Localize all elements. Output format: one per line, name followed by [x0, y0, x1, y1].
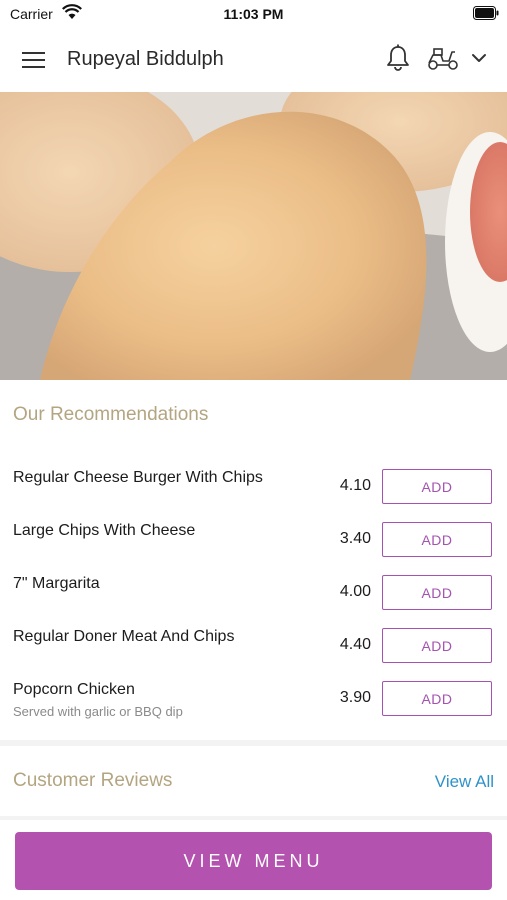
item-name: Regular Doner Meat And Chips	[13, 628, 235, 645]
item-price: 4.10	[339, 477, 371, 494]
add-button[interactable]: ADD	[382, 628, 492, 663]
app-header: Rupeyal Biddulph	[0, 28, 507, 92]
menu-item: 7" Margarita 4.00 ADD	[0, 575, 507, 628]
battery-icon	[473, 6, 499, 20]
item-name: Large Chips With Cheese	[13, 522, 196, 539]
menu-item: Regular Cheese Burger With Chips 4.10 AD…	[0, 469, 507, 522]
scooter-icon[interactable]	[427, 46, 459, 72]
add-button[interactable]: ADD	[382, 469, 492, 504]
view-menu-button[interactable]: VIEW MENU	[15, 832, 492, 890]
hero-image	[0, 92, 507, 380]
add-button[interactable]: ADD	[382, 681, 492, 716]
reviews-section: Customer Reviews View All	[0, 746, 507, 816]
item-name: Regular Cheese Burger With Chips	[13, 469, 263, 486]
bottom-bar: VIEW MENU	[0, 820, 507, 900]
item-price: 3.40	[339, 530, 371, 547]
item-description: Served with garlic or BBQ dip	[13, 704, 183, 719]
recommendations-heading: Our Recommendations	[13, 404, 209, 425]
chevron-down-icon[interactable]	[470, 50, 488, 66]
view-all-link[interactable]: View All	[435, 772, 494, 792]
restaurant-title: Rupeyal Biddulph	[67, 48, 224, 70]
menu-item: Regular Doner Meat And Chips 4.40 ADD	[0, 628, 507, 681]
hamburger-menu-icon[interactable]	[22, 50, 46, 70]
item-name: 7" Margarita	[13, 575, 100, 592]
menu-item: Popcorn Chicken Served with garlic or BB…	[0, 681, 507, 734]
item-name: Popcorn Chicken	[13, 681, 135, 698]
status-bar: Carrier 11:03 PM	[0, 0, 507, 28]
bell-icon[interactable]	[385, 44, 411, 72]
item-price: 3.90	[339, 689, 371, 706]
item-price: 4.40	[339, 636, 371, 653]
recommendations-section: Our Recommendations Regular Cheese Burge…	[0, 380, 507, 740]
menu-item: Large Chips With Cheese 3.40 ADD	[0, 522, 507, 575]
status-time: 11:03 PM	[223, 6, 284, 22]
add-button[interactable]: ADD	[382, 522, 492, 557]
item-price: 4.00	[339, 583, 371, 600]
fried-chicken-photo	[0, 92, 507, 380]
reviews-heading: Customer Reviews	[13, 770, 173, 791]
add-button[interactable]: ADD	[382, 575, 492, 610]
